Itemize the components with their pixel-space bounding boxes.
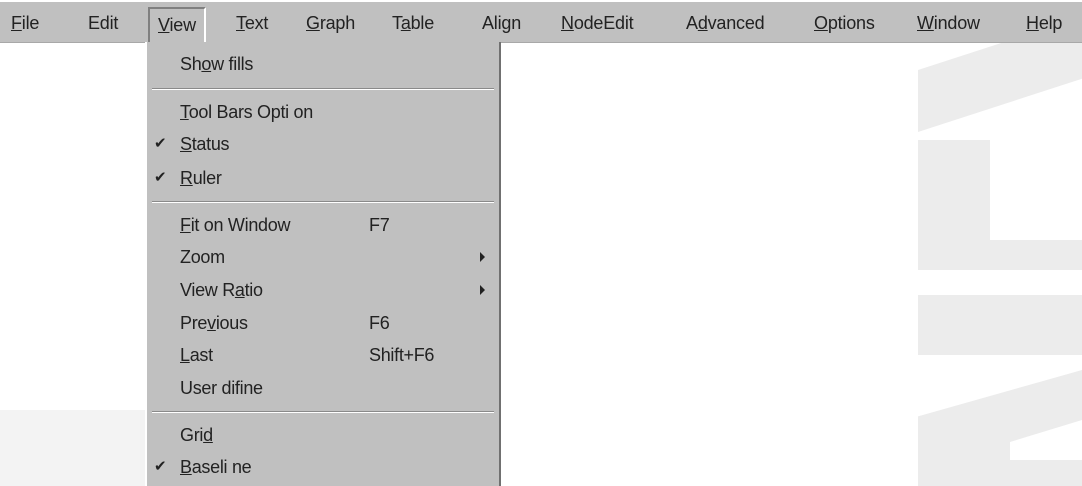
menu-label-post: iew	[169, 15, 196, 35]
menu-advanced[interactable]: Advanced	[686, 12, 765, 34]
menu-item-show-fills[interactable]: Show fills	[180, 53, 253, 75]
item-label-pre: Gri	[180, 425, 204, 445]
menu-label-post: ign	[497, 13, 522, 33]
shortcut-label: F6	[369, 313, 390, 333]
menu-nodeedit[interactable]: NodeEdit	[561, 12, 634, 34]
view-menu-dropdown: Show fills Tool Bars Opti on ✔ Status ✔ …	[145, 42, 501, 486]
menu-separator	[152, 88, 494, 90]
checkmark-icon: ✔	[154, 135, 167, 152]
menu-item-grid[interactable]: Grid	[180, 424, 213, 446]
menu-label-post: elp	[1038, 13, 1063, 33]
menu-label-post: vanced	[707, 13, 765, 33]
watermark-shape	[918, 240, 1082, 270]
submenu-arrow-icon	[480, 285, 485, 295]
menu-text[interactable]: Text	[236, 12, 268, 34]
item-label-key: a	[234, 280, 245, 300]
menu-label-post: indow	[933, 13, 980, 33]
menu-window[interactable]: Window	[917, 12, 980, 34]
menu-label-post: ptions	[827, 13, 875, 33]
menu-label-post: ile	[21, 13, 40, 33]
item-label-key: S	[180, 134, 192, 154]
item-label-pre: View R	[180, 280, 235, 300]
item-label-key: d	[203, 425, 213, 445]
item-label-key: B	[180, 457, 192, 477]
menu-label-key: d	[697, 13, 708, 33]
app-window: File Edit View Text Graph Table Align No…	[0, 0, 1082, 486]
menu-edit[interactable]: Edit	[88, 12, 118, 34]
menu-item-ruler[interactable]: Ruler	[180, 167, 222, 189]
watermark-shape	[0, 410, 145, 486]
menu-label-key: V	[158, 15, 170, 35]
menu-label-key: T	[236, 13, 245, 33]
menu-label-key: a	[400, 13, 411, 33]
watermark-shape	[1000, 150, 1082, 240]
shortcut-label: Shift+F6	[369, 345, 435, 365]
item-label-post: it on Window	[190, 215, 291, 235]
shortcut-label: F7	[369, 215, 390, 235]
menu-separator	[152, 411, 494, 413]
menu-item-zoom[interactable]: Zoom	[180, 246, 225, 268]
menu-bar: File Edit View Text Graph Table Align No…	[0, 0, 1082, 45]
item-label-post: aseli ne	[191, 457, 252, 477]
menu-label-post: raph	[319, 13, 356, 33]
item-label-post: ool Bars Opti on	[188, 102, 314, 122]
menu-graph[interactable]: Graph	[306, 12, 355, 34]
menu-label-key: H	[1026, 13, 1039, 33]
menu-label-key: W	[917, 13, 934, 33]
item-label-pre: Pre	[180, 313, 208, 333]
menu-label-pre: Al	[482, 13, 498, 33]
watermark-shape	[918, 140, 990, 240]
menu-view[interactable]: View	[148, 7, 206, 45]
menu-item-user-define[interactable]: User difine	[180, 377, 263, 399]
item-label-post: uler	[192, 168, 222, 188]
watermark-shape	[918, 295, 1082, 355]
item-label-post: User difine	[180, 378, 263, 398]
item-label-key: R	[180, 168, 193, 188]
menu-label-post: ext	[244, 13, 269, 33]
item-label-post: tatus	[191, 134, 230, 154]
menu-item-previous[interactable]: Previous	[180, 312, 248, 334]
menu-options[interactable]: Options	[814, 12, 875, 34]
menu-item-status[interactable]: Status	[180, 133, 230, 155]
menu-label-key: N	[561, 13, 574, 33]
item-label-key: o	[201, 54, 212, 74]
menu-item-fit-on-window[interactable]: Fit on Window	[180, 214, 290, 236]
item-label-key: v	[207, 313, 216, 333]
submenu-arrow-icon	[480, 252, 485, 262]
item-label-key: L	[180, 345, 190, 365]
item-label-post: ious	[215, 313, 248, 333]
menu-table[interactable]: Table	[392, 12, 434, 34]
checkmark-icon: ✔	[154, 458, 167, 475]
item-label-key: F	[180, 215, 191, 235]
menu-label-pre: A	[686, 13, 698, 33]
menu-align[interactable]: Align	[482, 12, 521, 34]
item-label-post: ast	[189, 345, 213, 365]
menu-label-post: Edit	[88, 13, 119, 33]
menu-help[interactable]: Help	[1026, 12, 1062, 34]
item-label-post: tio	[244, 280, 263, 300]
item-label-post: Zoom	[180, 247, 225, 267]
menu-label-key: G	[306, 13, 320, 33]
item-label-post: w fills	[211, 54, 254, 74]
menu-item-view-ratio[interactable]: View Ratio	[180, 279, 263, 301]
menu-label-post: ble	[410, 13, 435, 33]
checkmark-icon: ✔	[154, 169, 167, 186]
item-label-pre: Sh	[180, 54, 202, 74]
menu-separator	[152, 201, 494, 203]
menu-label-post: odeEdit	[573, 13, 634, 33]
menu-label-key: O	[814, 13, 828, 33]
item-label-key: T	[180, 102, 189, 122]
menu-item-last[interactable]: Last	[180, 344, 213, 366]
menu-item-baseline[interactable]: Baseli ne	[180, 456, 252, 478]
menu-label-key: F	[11, 13, 22, 33]
menu-item-tool-bars-option[interactable]: Tool Bars Opti on	[180, 101, 313, 123]
menu-label-pre: T	[392, 13, 401, 33]
menu-file[interactable]: File	[11, 12, 39, 34]
